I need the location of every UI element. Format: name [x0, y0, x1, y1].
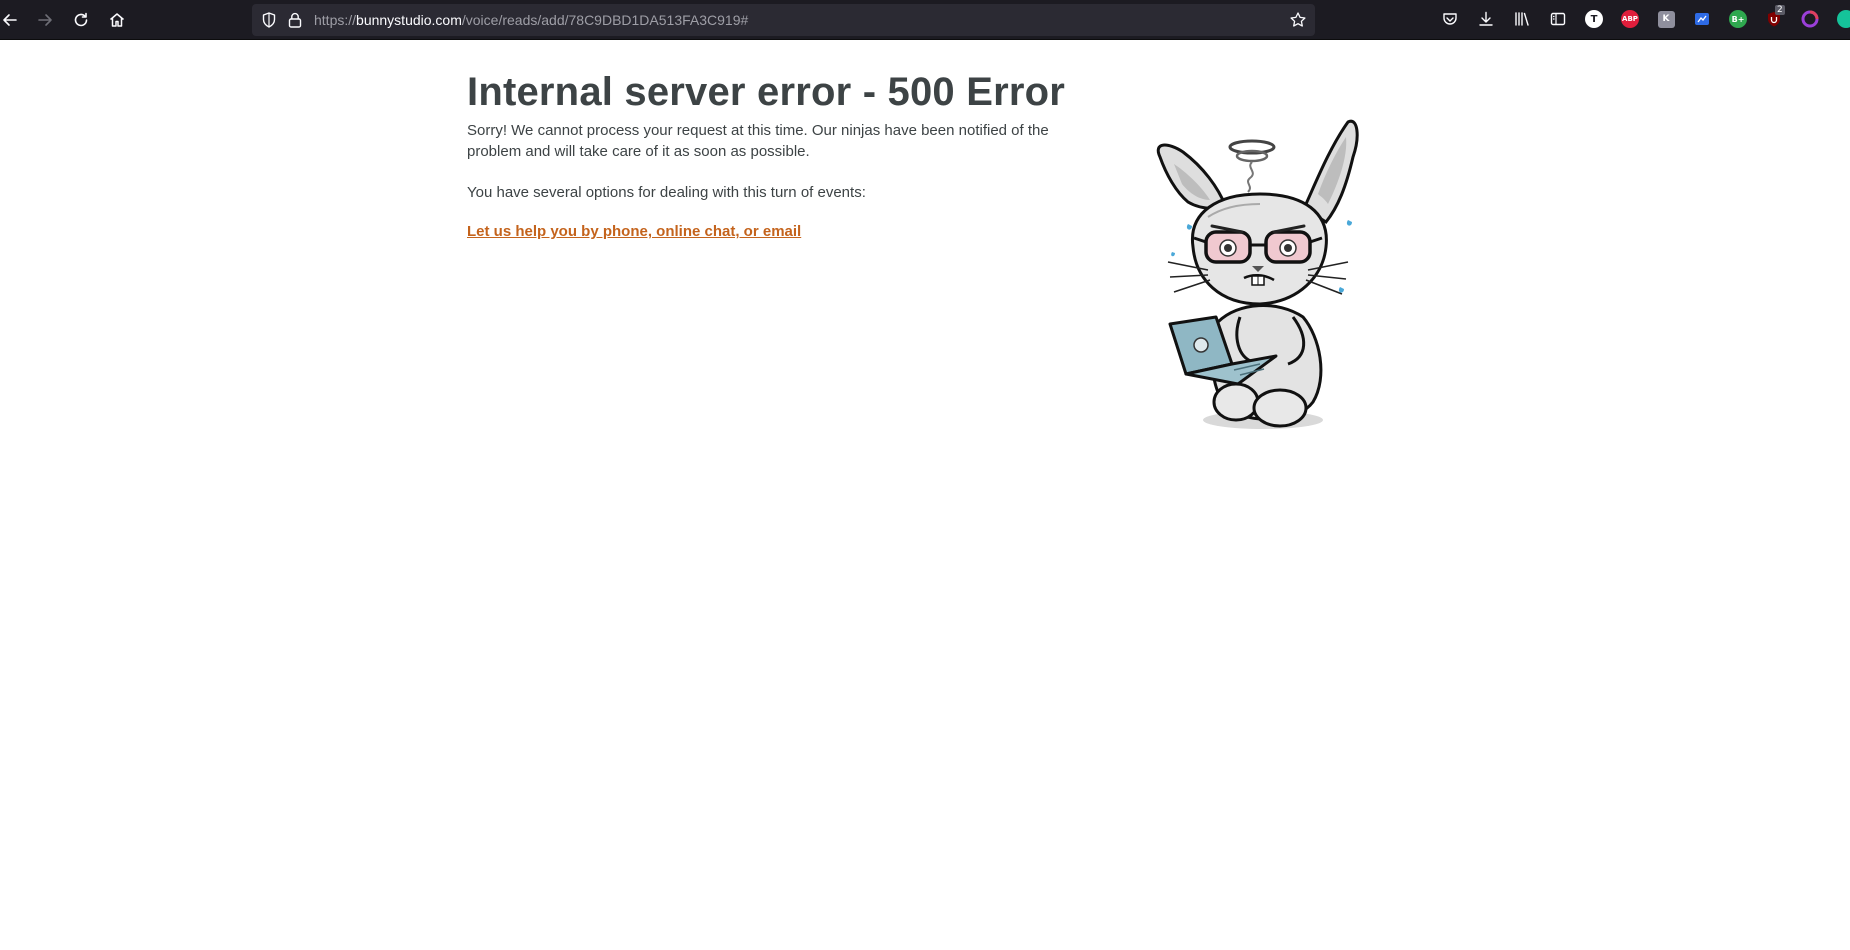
pocket-button[interactable]	[1440, 9, 1460, 29]
bplus-extension[interactable]: B+	[1728, 9, 1748, 29]
url-scheme: https://	[314, 12, 357, 28]
help-contact-link[interactable]: Let us help you by phone, online chat, o…	[467, 223, 801, 240]
k-extension[interactable]: K	[1656, 9, 1676, 29]
shield-icon[interactable]	[260, 11, 278, 29]
url-path: /voice/reads/add/78C9DBD1DA513FA3C919#	[461, 12, 749, 28]
library-button[interactable]	[1512, 9, 1532, 29]
screenshot-icon	[1695, 13, 1709, 25]
options-text: You have several options for dealing wit…	[467, 184, 866, 201]
lock-icon[interactable]	[286, 11, 304, 29]
ublock-extension[interactable]: 2	[1764, 5, 1785, 29]
trello-icon: T	[1585, 10, 1603, 28]
url-host: bunnystudio.com	[356, 12, 462, 28]
error-message: Sorry! We cannot process your request at…	[467, 122, 1049, 160]
url-text[interactable]: https://bunnystudio.com/voice/reads/add/…	[314, 4, 748, 36]
adblock-plus-icon: ABP	[1621, 10, 1639, 28]
browser-toolbar: https://bunnystudio.com/voice/reads/add/…	[0, 0, 1850, 40]
home-icon	[110, 13, 124, 27]
color-wheel-icon	[1801, 10, 1819, 28]
color-extension[interactable]	[1800, 9, 1820, 29]
star-icon[interactable]	[1289, 11, 1307, 29]
adblock-plus-extension[interactable]: ABP	[1620, 9, 1640, 29]
bplus-icon: B+	[1729, 10, 1747, 28]
arrow-left-icon	[3, 14, 17, 26]
pocket-icon	[1443, 13, 1457, 25]
grammarly-extension[interactable]	[1836, 9, 1850, 29]
reload-icon	[74, 12, 88, 27]
trello-extension[interactable]: T	[1584, 9, 1604, 29]
download-icon	[1479, 11, 1493, 26]
forward-button[interactable]	[31, 6, 59, 34]
back-button[interactable]	[0, 6, 24, 34]
grammarly-icon	[1837, 10, 1850, 28]
reload-button[interactable]	[67, 6, 95, 34]
downloads-button[interactable]	[1476, 9, 1496, 29]
arrow-right-icon	[38, 14, 52, 26]
screenshot-extension[interactable]	[1692, 9, 1712, 29]
page-title: Internal server error - 500 Error	[467, 70, 1066, 114]
stressed-bunny-illustration	[1156, 119, 1359, 429]
library-icon	[1515, 12, 1529, 26]
sidebar-button[interactable]	[1548, 9, 1568, 29]
ublock-count-badge: 2	[1775, 5, 1785, 15]
sidebar-icon	[1550, 12, 1566, 26]
home-button[interactable]	[103, 6, 131, 34]
url-bar[interactable]: https://bunnystudio.com/voice/reads/add/…	[252, 4, 1315, 36]
k-extension-icon: K	[1657, 10, 1675, 28]
